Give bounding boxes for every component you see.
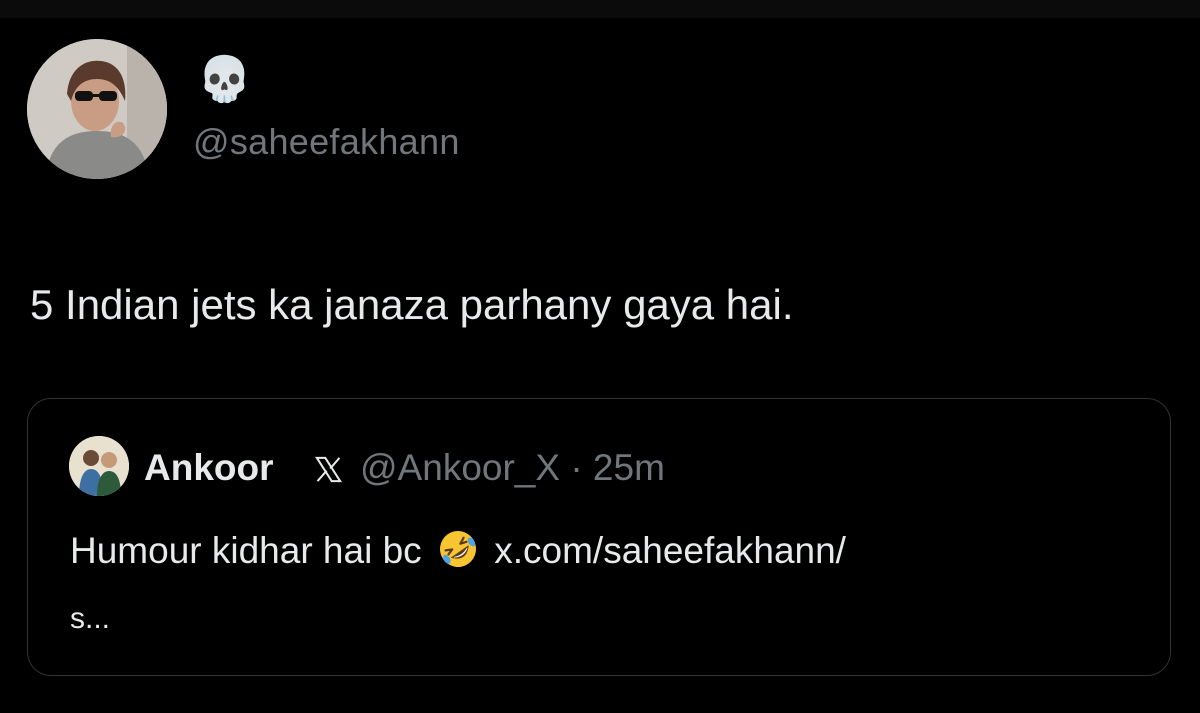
quoted-text-before-emoji: Humour kidhar hai bc bbox=[70, 530, 422, 571]
quoted-tweet-text: Humour kidhar hai bc x.com/saheefakhann/ bbox=[70, 527, 846, 575]
author-display-name[interactable]: 💀 bbox=[197, 52, 252, 108]
quoted-author-handle-time[interactable]: @Ankoor_X · 25m bbox=[360, 446, 665, 490]
author-avatar[interactable] bbox=[27, 39, 167, 179]
tweet-text: 5 Indian jets ka janaza parhany gaya hai… bbox=[30, 281, 794, 328]
quoted-link-continuation[interactable]: s... bbox=[70, 599, 110, 639]
top-status-strip bbox=[0, 0, 1200, 18]
quoted-tweet-card[interactable]: Ankoor @Ankoor_X · 25m Humour kidhar hai… bbox=[27, 398, 1171, 676]
quoted-author-name[interactable]: Ankoor bbox=[144, 446, 274, 490]
author-handle[interactable]: @saheefakhann bbox=[193, 118, 460, 166]
quoted-link[interactable]: x.com/saheefakhann/ bbox=[494, 530, 846, 571]
quoted-author-avatar[interactable] bbox=[69, 436, 129, 496]
rolling-on-floor-laughing-icon bbox=[439, 531, 476, 567]
x-logo-icon bbox=[314, 456, 343, 483]
